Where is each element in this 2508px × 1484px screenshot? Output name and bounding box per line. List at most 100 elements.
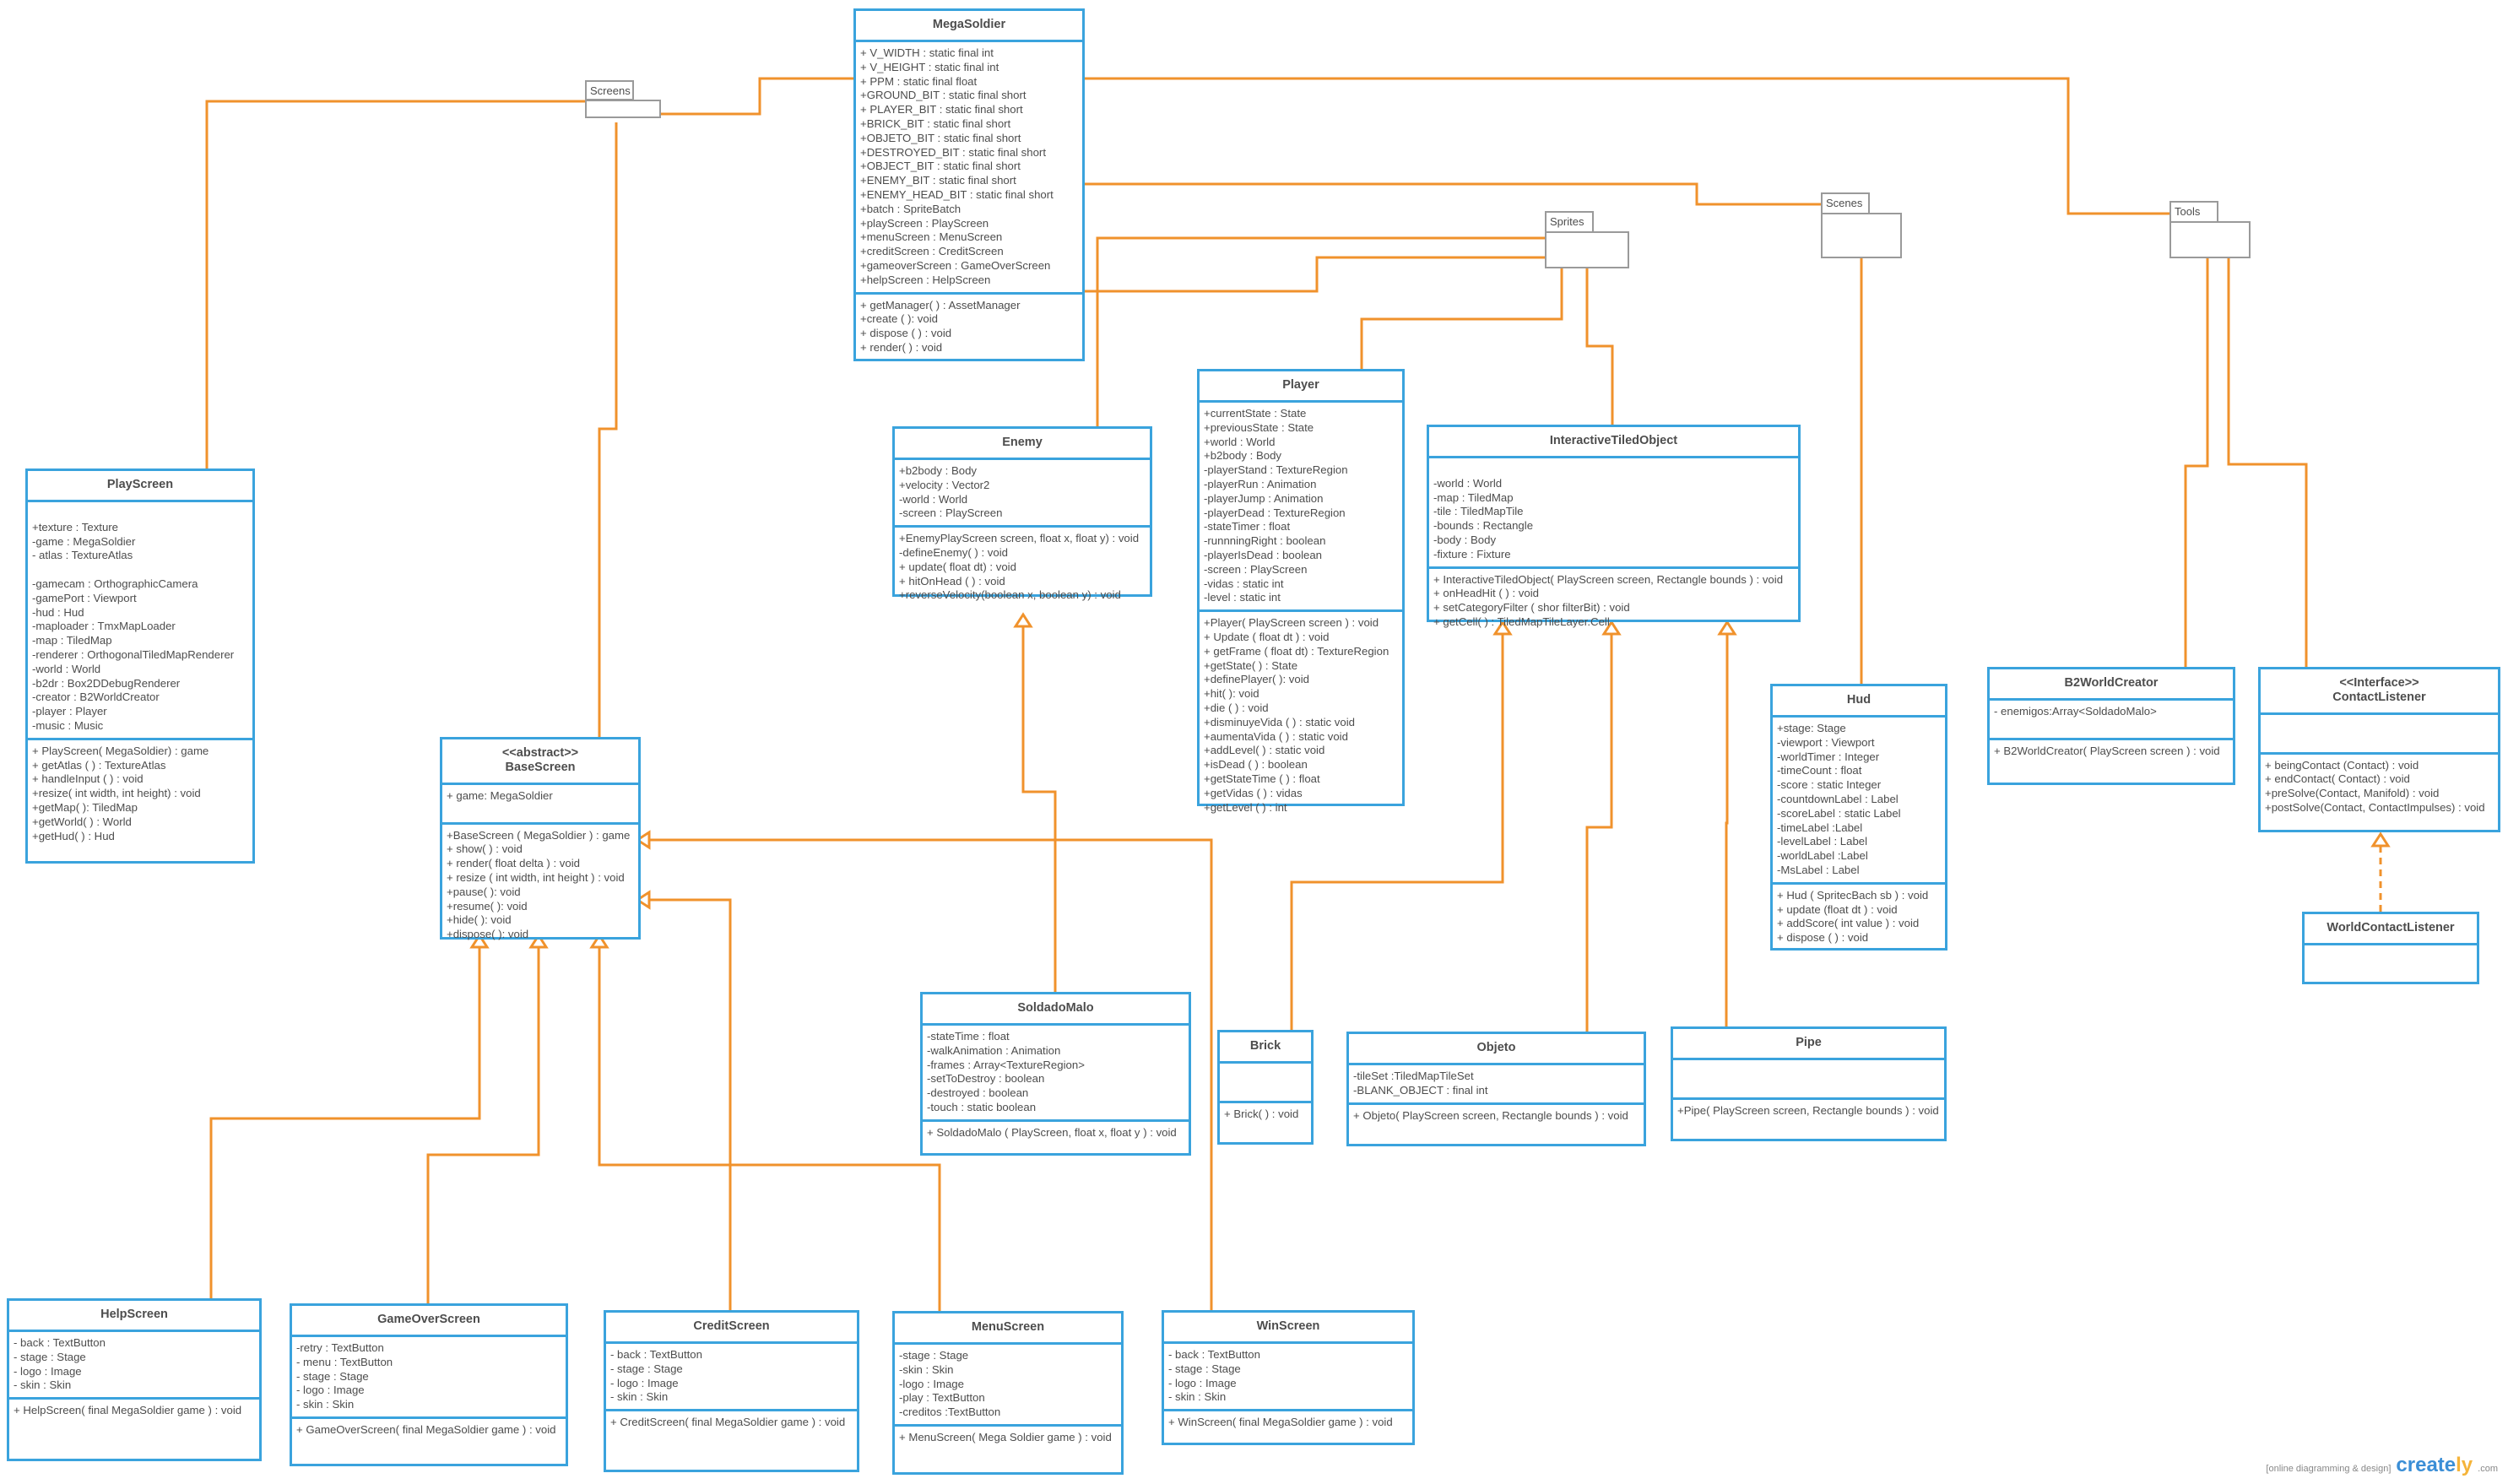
class-operations: + HelpScreen( final MegaSoldier game ) :… (9, 1400, 259, 1459)
assoc-megasoldier-tools (1083, 77, 2169, 215)
attribute-row: +b2body : Body (1204, 449, 1282, 463)
class-playscreen[interactable]: PlayScreen +texture : Texture -game : Mega… (25, 468, 255, 864)
package-tools[interactable]: Tools (2169, 201, 2251, 260)
attribute-row: - skin : Skin (1168, 1390, 1227, 1404)
attribute-row (1224, 1082, 1307, 1097)
attribute-row (2265, 719, 2494, 734)
class-header: InteractiveTiledObject (1429, 427, 1798, 458)
class-attributes: - back : TextButton - stage : Stage - logo… (606, 1344, 857, 1412)
class-player[interactable]: Player +currentState : State +previousStat… (1197, 369, 1405, 814)
class-winscreen[interactable]: WinScreen - back : TextButton - stage : St… (1162, 1310, 1415, 1445)
assoc-screens-playscreen (205, 100, 585, 468)
class-enemy[interactable]: Enemy +b2body : Body +velocity : Vector2 -w… (892, 426, 1152, 601)
assoc-megasoldier-sprites (1083, 256, 1547, 293)
class-contactlistener[interactable]: <<Interface>> ContactListener + beingConta… (2258, 667, 2500, 832)
class-header: CreditScreen (606, 1313, 857, 1344)
class-operations: +Pipe( PlayScreen screen, Rectangle boun… (1673, 1100, 1944, 1139)
package-scenes[interactable]: Scenes (1821, 192, 1902, 260)
class-name: Objeto (1476, 1041, 1516, 1054)
operation-row (2309, 950, 2473, 964)
class-brick[interactable]: Brick + Brick( ) : void (1217, 1030, 1314, 1145)
class-menuscreen[interactable]: MenuScreen -stage : Stage -skin : Skin -log… (892, 1311, 1124, 1475)
attribute-row: -stage : Stage (899, 1349, 969, 1362)
attribute-row: +b2body : Body (899, 464, 978, 477)
class-attributes: - back : TextButton - stage : Stage - logo… (9, 1332, 259, 1400)
operation-row: + Objeto( PlayScreen screen, Rectangle b… (1353, 1108, 1628, 1122)
attribute-row: +batch : SpriteBatch (860, 202, 961, 215)
class-megasoldier[interactable]: MegaSoldier + V_WIDTH : static final int +… (853, 8, 1085, 361)
class-attributes: +texture : Texture -game : MegaSoldier - a… (28, 502, 252, 740)
operation-row: +dispose( ): void (447, 928, 529, 941)
attribute-row (32, 563, 248, 577)
gen-creditscreen-basescreen (646, 898, 732, 1311)
attribute-row: -map : TiledMap (32, 634, 112, 647)
operation-row: + render( ) : void (860, 340, 943, 354)
attribute-row: -playerStand : TextureRegion (1204, 463, 1348, 477)
attribute-row: -stateTime : float (927, 1030, 1010, 1043)
attribute-row: -levelLabel : Label (1777, 835, 1868, 848)
attribute-row: - back : TextButton (610, 1348, 702, 1361)
attribute-row: -world : World (32, 662, 101, 675)
operation-row: +create ( ): void (860, 312, 938, 326)
operation-row: + MenuScreen( Mega Soldier game ) : void (899, 1430, 1112, 1443)
class-operations: + GameOverScreen( final MegaSoldier game… (292, 1419, 566, 1464)
class-helpscreen[interactable]: HelpScreen - back : TextButton - stage : S… (7, 1298, 262, 1461)
package-sprites[interactable]: Sprites (1545, 211, 1629, 270)
package-screens[interactable]: Screens (585, 80, 661, 122)
attribute-row: -playerRun : Animation (1204, 477, 1317, 490)
operation-row: + show( ) : void (447, 842, 523, 856)
operation-row: +Pipe( PlayScreen screen, Rectangle boun… (1677, 1103, 1939, 1117)
attribute-row: -frames : Array<TextureRegion> (927, 1058, 1085, 1071)
class-gameoverscreen[interactable]: GameOverScreen -retry : TextButton - menu … (290, 1303, 568, 1466)
attribute-row: -timeCount : float (1777, 764, 1862, 777)
attribute-row: -player : Player (32, 705, 107, 718)
operation-row: + dispose ( ) : void (860, 327, 952, 340)
class-soldadomalo[interactable]: SoldadoMalo -stateTime : float -walkAnimat… (920, 992, 1191, 1156)
assoc-sprites-player (1360, 268, 1563, 369)
attribute-row: -worldTimer : Integer (1777, 750, 1880, 763)
class-creditscreen[interactable]: CreditScreen - back : TextButton - stage :… (604, 1310, 859, 1472)
class-b2worldcreator[interactable]: B2WorldCreator - enemigos:Array<SoldadoMa… (1987, 667, 2235, 785)
gen-objeto-ito (1585, 631, 1613, 1032)
class-operations (2305, 945, 2477, 982)
attribute-row: -scoreLabel : static Label (1777, 806, 1901, 820)
operation-row: +die ( ) : void (1204, 701, 1269, 714)
class-name: B2WorldCreator (2064, 676, 2159, 690)
operation-row: + WinScreen( final MegaSoldier game ) : … (1168, 1416, 1393, 1429)
class-operations: + PlayScreen( MegaSoldier) : game + getAt… (28, 740, 252, 861)
attribute-row: +ENEMY_BIT : static final short (860, 174, 1016, 187)
class-operations: + WinScreen( final MegaSoldier game ) : … (1164, 1411, 1412, 1443)
operation-row: + dispose ( ) : void (1777, 931, 1869, 945)
operation-row: + onHeadHit ( ) : void (1433, 587, 1539, 600)
class-operations: + Brick( ) : void (1220, 1103, 1311, 1142)
operation-row: + endContact( Contact) : void (2265, 772, 2410, 786)
operation-row: + getAtlas ( ) : TextureAtlas (32, 758, 166, 772)
operation-row: + render( float delta ) : void (447, 857, 580, 870)
attribute-row: -runnningRight : boolean (1204, 534, 1326, 548)
class-worldcontactlistener[interactable]: WorldContactListener (2302, 912, 2479, 984)
assoc-tools-contactlistener (2227, 258, 2308, 667)
operation-row: + CreditScreen( final MegaSoldier game )… (610, 1416, 846, 1429)
class-name: Hud (1846, 693, 1872, 707)
class-header: WinScreen (1164, 1313, 1412, 1344)
class-interactivetiledobject[interactable]: InteractiveTiledObject -world : World -map… (1427, 425, 1801, 628)
class-objeto[interactable]: Objeto -tileSet :TiledMapTileSet -BLANK_OB… (1346, 1032, 1646, 1146)
attribute-row: -screen : PlayScreen (1204, 562, 1308, 576)
class-pipe[interactable]: Pipe +Pipe( PlayScreen screen, Rectangle … (1671, 1026, 1947, 1141)
class-basescreen[interactable]: <<abstract>> BaseScreen + game: MegaSoldie… (440, 737, 641, 940)
attribute-row: -creditos :TextButton (899, 1405, 1001, 1419)
class-operations: + SoldadoMalo ( PlayScreen, float x, flo… (923, 1122, 1189, 1153)
class-header: Enemy (895, 429, 1150, 460)
class-stereotype: <<Interface>> (2339, 676, 2419, 690)
class-operations: + Hud ( SpritecBach sb ) : void + update … (1773, 885, 1945, 950)
attribute-row: -retry : TextButton (296, 1341, 384, 1354)
attribute-row: +BRICK_BIT : static final short (860, 116, 1011, 130)
operation-row: +reverseVelocity(boolean x, boolean y) :… (899, 588, 1121, 602)
operation-row: + PlayScreen( MegaSoldier) : game (32, 744, 209, 757)
creately-watermark: [online diagramming & design] creately .… (2266, 1454, 2498, 1476)
operation-row: +isDead ( ) : boolean (1204, 758, 1308, 772)
attribute-row: -hud : Hud (32, 605, 84, 619)
class-attributes: -stateTime : float -walkAnimation : Anima… (923, 1026, 1189, 1122)
attribute-row: +helpScreen : HelpScreen (860, 273, 991, 286)
class-hud[interactable]: Hud +stage: Stage -viewport : Viewport -wor… (1770, 684, 1947, 951)
